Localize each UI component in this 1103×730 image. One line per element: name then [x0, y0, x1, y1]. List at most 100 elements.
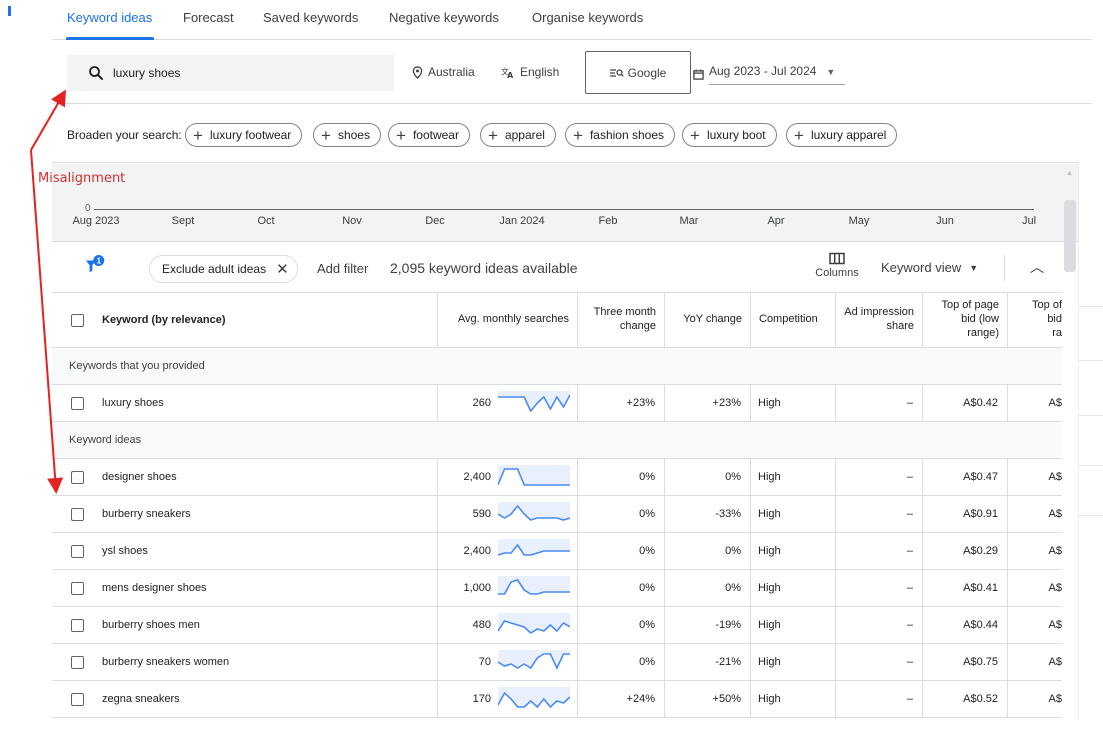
search-network-selector[interactable]: Google [585, 51, 691, 94]
broaden-chip[interactable]: + shoes [313, 123, 381, 147]
filter-icon[interactable]: 1 [85, 255, 107, 277]
ad-impression-share-cell: – [836, 570, 923, 606]
ad-impression-share-header[interactable]: Ad impression share [836, 293, 923, 347]
table-row[interactable]: luxury shoes 260 +23% +23% High – A$0.42… [52, 385, 1062, 422]
sparkline-container [497, 539, 570, 566]
bid-high-cell: A$ [1048, 471, 1062, 483]
keyword-view-dropdown[interactable]: Keyword view ▼ [881, 260, 978, 275]
divider [1079, 306, 1103, 307]
header-line: ra [1052, 326, 1062, 339]
sparkline-area [498, 502, 570, 520]
top-of-page-bid-low-header[interactable]: Top of page bid (low range) [923, 293, 1008, 347]
exclude-adult-ideas-chip[interactable]: Exclude adult ideas ✕ [149, 255, 298, 283]
keyword-planner-page: Keyword ideas Forecast Saved keywords Ne… [0, 0, 1103, 730]
broaden-search-row: Broaden your search: + luxury footwear + s… [52, 105, 1092, 163]
bid-low-cell: A$0.52 [923, 681, 1008, 717]
keyword-text: zegna sneakers [102, 693, 180, 705]
keyword-text: mens designer shoes [102, 582, 207, 594]
scroll-up-arrow-icon[interactable]: ▲ [1066, 170, 1073, 177]
row-checkbox[interactable] [71, 507, 84, 521]
location-selector[interactable]: Australia [412, 65, 475, 79]
ad-impression-share-cell: – [836, 644, 923, 680]
yoy-change-header[interactable]: YoY change [665, 293, 751, 347]
competition-cell: High [751, 385, 836, 421]
keyword-header-cell: Keyword (by relevance) [52, 293, 438, 347]
row-checkbox[interactable] [71, 470, 84, 484]
ad-impression-share-cell: – [836, 607, 923, 643]
table-row[interactable]: burberry shoes men 480 0% -19% High – A$… [52, 607, 1062, 644]
search-input[interactable]: luxury shoes [67, 55, 394, 91]
competition-cell: High [751, 533, 836, 569]
yoy-change-cell: +50% [665, 681, 751, 717]
broaden-chip[interactable]: + luxury apparel [786, 123, 898, 147]
sparkline-container [497, 687, 571, 714]
plus-icon: + [794, 125, 804, 145]
language-selector[interactable]: 文 A English [501, 65, 559, 79]
keyword-header[interactable]: Keyword (by relevance) [102, 314, 226, 326]
row-checkbox[interactable] [71, 396, 84, 410]
bid-low-cell: A$0.47 [923, 459, 1008, 495]
competition-cell: High [751, 644, 836, 680]
table-row[interactable]: burberry sneakers 590 0% -33% High – A$0… [52, 496, 1062, 533]
yoy-change-cell: 0% [665, 570, 751, 606]
date-range-label: Aug 2023 - Jul 2024 [709, 64, 817, 78]
broaden-chip[interactable]: + footwear [388, 123, 470, 147]
date-range-selector[interactable]: Aug 2023 - Jul 2024 ▼ [693, 64, 846, 85]
row-checkbox[interactable] [71, 692, 84, 706]
tab-negative-keywords[interactable]: Negative keywords [389, 10, 499, 25]
tab-saved-keywords[interactable]: Saved keywords [263, 10, 358, 25]
row-checkbox[interactable] [71, 618, 84, 632]
chip-label: shoes [337, 128, 370, 142]
row-checkbox[interactable] [71, 655, 84, 669]
chart-month-label: Mar [679, 215, 699, 227]
sparkline-area [498, 465, 570, 485]
bid-low-cell: A$0.29 [923, 533, 1008, 569]
select-all-checkbox[interactable] [71, 313, 84, 327]
broaden-chip[interactable]: + luxury footwear [185, 123, 303, 147]
three-month-change-cell: 0% [578, 496, 665, 532]
trend-sparkline [497, 650, 570, 670]
table-row[interactable]: mens designer shoes 1,000 0% 0% High – A… [52, 570, 1062, 607]
ad-impression-share-cell: – [836, 681, 923, 717]
sparkline-container [497, 465, 570, 492]
table-row[interactable]: designer shoes 2,400 0% 0% High – A$0.47… [52, 459, 1062, 496]
chip-label: luxury apparel [810, 128, 887, 142]
ideas-count-text: 2,095 keyword ideas available [390, 260, 578, 276]
table-row[interactable]: ysl shoes 2,400 0% 0% High – A$0.29 A$ [52, 533, 1062, 570]
tab-forecast[interactable]: Forecast [183, 10, 234, 25]
table-row[interactable]: burberry sneakers women 70 0% -21% High … [52, 644, 1062, 681]
ad-impression-share-cell: – [836, 385, 923, 421]
chart-month-label: Dec [425, 215, 445, 227]
competition-cell: High [751, 607, 836, 643]
columns-label: Columns [815, 267, 859, 279]
add-filter-button[interactable]: Add filter [317, 261, 368, 276]
avg-searches-value: 480 [472, 619, 491, 631]
sparkline-container [498, 576, 570, 603]
broaden-chip[interactable]: + luxury boot [682, 123, 777, 147]
header-line: Top of [1032, 299, 1062, 312]
tab-keyword-ideas[interactable]: Keyword ideas [67, 10, 152, 25]
avg-searches-value: 590 [472, 508, 491, 520]
avg-searches-cell: 170 [438, 681, 578, 717]
row-checkbox[interactable] [71, 581, 84, 595]
broaden-chip[interactable]: + fashion shoes [565, 123, 675, 147]
trend-sparkline [497, 465, 570, 486]
columns-button[interactable]: Columns [812, 251, 862, 279]
tab-organise-keywords[interactable]: Organise keywords [532, 10, 643, 25]
avg-searches-header[interactable]: Avg. monthly searches [438, 293, 578, 347]
collapse-icon[interactable]: ︿ [1030, 257, 1044, 277]
three-month-change-header[interactable]: Three month change [578, 293, 665, 347]
broaden-chip[interactable]: + apparel [480, 123, 556, 147]
top-of-page-bid-high-header[interactable]: Top of bid ra [1008, 293, 1062, 347]
competition-cell: High [751, 570, 836, 606]
location-pin-icon [412, 65, 423, 79]
close-icon[interactable]: ✕ [276, 260, 289, 278]
competition-header[interactable]: Competition [751, 293, 836, 347]
row-checkbox[interactable] [71, 544, 84, 558]
chip-label: luxury footwear [209, 128, 292, 142]
search-settings-row: luxury shoes Australia 文 A English Googl… [52, 41, 1092, 104]
vertical-scrollbar-thumb[interactable] [1064, 200, 1076, 272]
sparkline-container [498, 391, 571, 418]
competition-cell: High [751, 459, 836, 495]
table-row[interactable]: zegna sneakers 170 +24% +50% High – A$0.… [52, 681, 1062, 718]
